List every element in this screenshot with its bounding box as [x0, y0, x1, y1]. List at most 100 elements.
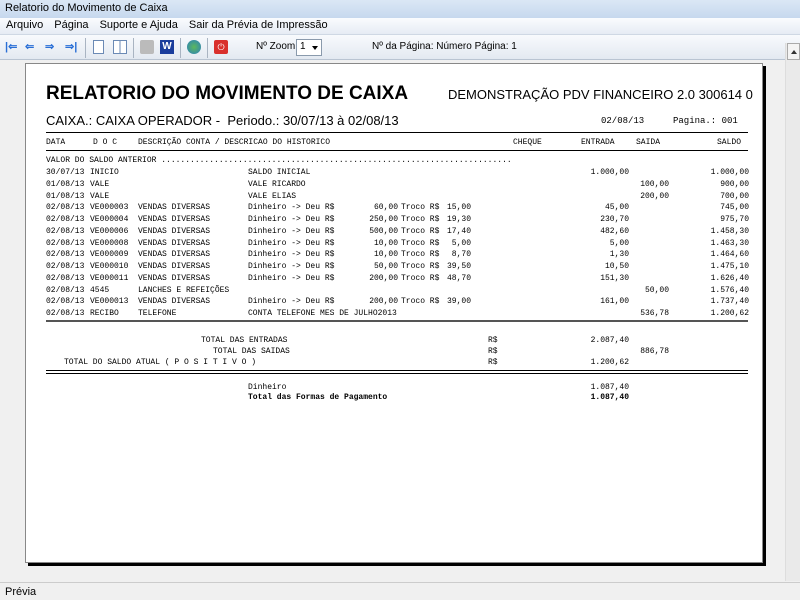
- currency: R$: [488, 358, 498, 367]
- row-conta: VENDAS DIVERSAS: [138, 203, 211, 213]
- row-entrada: 1,30: [609, 250, 629, 260]
- row-hist: CONTA TELEFONE MES DE JULHO2013: [248, 309, 397, 318]
- row-conta: VENDAS DIVERSAS: [138, 238, 211, 248]
- header-saldo: SALDO: [717, 138, 742, 147]
- row-saldo: 745,00: [720, 203, 749, 213]
- menu-bar: Arquivo Página Suporte e Ajuda Sair da Prév…: [0, 18, 800, 35]
- menu-sair-previa[interactable]: Sair da Prévia de Impressão: [183, 18, 333, 31]
- total-formas: 1.087,40: [590, 393, 629, 402]
- report-page-number: Pagina.: 001: [673, 116, 738, 126]
- divider: [46, 373, 748, 374]
- row-saldo: 900,00: [720, 179, 749, 189]
- row-saida: 536,78: [640, 309, 669, 318]
- row-doc: VE000011: [90, 273, 129, 283]
- report-title: RELATORIO DO MOVIMENTO DE CAIXA: [46, 83, 409, 104]
- row-conta: VENDAS DIVERSAS: [138, 250, 211, 260]
- row-date: 01/08/13: [46, 179, 85, 189]
- row-entrada: 482,60: [600, 226, 629, 236]
- menu-pagina[interactable]: Página: [48, 18, 93, 31]
- row-date: 02/08/13: [46, 238, 85, 248]
- row-entrada: 1.000,00: [590, 168, 629, 177]
- row-conta: VENDAS DIVERSAS: [138, 273, 211, 283]
- row-saldo: 1.463,30: [710, 238, 749, 248]
- menu-arquivo[interactable]: Arquivo: [0, 18, 48, 31]
- first-page-icon[interactable]: |⇐: [5, 40, 19, 54]
- row-saldo: 1.464,60: [710, 250, 749, 260]
- divider: [46, 150, 748, 151]
- row-saldo: 1.475,10: [710, 262, 749, 271]
- separator: [85, 38, 86, 58]
- row-doc: VALE: [90, 179, 110, 189]
- caixa-periodo: CAIXA.: CAIXA OPERADOR - Periodo.: 30/07…: [46, 113, 399, 128]
- troco-label: Troco R$: [401, 238, 440, 248]
- row-deu: 10,00: [373, 238, 398, 248]
- row-deu: 500,00: [369, 226, 398, 236]
- row-date: 02/08/13: [46, 309, 85, 318]
- zoom-select[interactable]: 1: [296, 39, 322, 56]
- row-date: 01/08/13: [46, 191, 85, 201]
- menu-suporte[interactable]: Suporte e Ajuda: [94, 18, 183, 31]
- row-deu: 10,00: [373, 250, 398, 260]
- row-hist: VALE ELIAS: [248, 191, 297, 201]
- two-pages-icon[interactable]: [113, 40, 127, 54]
- row-date: 02/08/13: [46, 262, 85, 271]
- row-hist: VALE RICARDO: [248, 179, 306, 189]
- row-saldo: 1.626,40: [710, 273, 749, 283]
- previous-page-icon[interactable]: ⇐: [25, 40, 39, 54]
- row-date: 02/08/13: [46, 297, 85, 307]
- vertical-scrollbar[interactable]: [785, 43, 800, 581]
- row-entrada: 161,00: [600, 297, 629, 307]
- single-page-icon[interactable]: [93, 40, 104, 54]
- header-entrada: ENTRADA: [581, 138, 615, 147]
- row-doc: VE000008: [90, 238, 129, 248]
- total-saldo: 1.200,62: [590, 358, 629, 367]
- row-entrada: 5,00: [609, 238, 629, 248]
- troco-label: Troco R$: [401, 203, 440, 213]
- row-doc: 4545: [90, 285, 110, 295]
- close-preview-icon[interactable]: ⏻: [214, 40, 228, 54]
- window-title: Relatorio do Movimento de Caixa: [0, 0, 800, 18]
- troco-label: Troco R$: [401, 250, 440, 260]
- row-conta: TELEFONE: [138, 309, 177, 318]
- row-hist: Dinheiro -> Deu R$: [248, 226, 335, 236]
- divider: [46, 132, 748, 133]
- saldo-anterior: VALOR DO SALDO ANTERIOR ................…: [46, 156, 512, 165]
- total-saidas-label: TOTAL DAS SAIDAS: [213, 347, 290, 356]
- row-saldo: 1.200,62: [710, 309, 749, 318]
- last-page-icon[interactable]: ⇒|: [65, 40, 79, 54]
- row-date: 30/07/13: [46, 168, 85, 177]
- separator: [207, 38, 208, 58]
- row-doc: VE000009: [90, 250, 129, 260]
- next-page-icon[interactable]: ⇒: [45, 40, 59, 54]
- row-hist: Dinheiro -> Deu R$: [248, 203, 335, 213]
- row-deu: 200,00: [369, 273, 398, 283]
- word-export-icon[interactable]: W: [160, 40, 174, 54]
- forma-dinheiro: 1.087,40: [590, 383, 629, 392]
- row-deu: 50,00: [373, 262, 398, 271]
- row-conta: LANCHES E REFEIÇÕES: [138, 285, 230, 295]
- row-hist: Dinheiro -> Deu R$: [248, 297, 335, 307]
- row-saldo: 1.458,30: [710, 226, 749, 236]
- currency: R$: [488, 336, 498, 345]
- row-doc: VE000004: [90, 215, 129, 224]
- row-entrada: 10,50: [604, 262, 629, 271]
- row-deu: 250,00: [369, 215, 398, 224]
- total-entradas-label: TOTAL DAS ENTRADAS: [201, 336, 288, 345]
- scroll-up-icon[interactable]: [787, 43, 800, 60]
- separator: [133, 38, 134, 58]
- row-entrada: 151,30: [600, 273, 629, 283]
- row-doc: RECIBO: [90, 309, 119, 318]
- row-saida: 100,00: [640, 179, 669, 189]
- troco-label: Troco R$: [401, 262, 440, 271]
- web-export-icon[interactable]: [187, 40, 201, 54]
- chevron-down-icon: [312, 46, 318, 50]
- row-date: 02/08/13: [46, 226, 85, 236]
- row-date: 02/08/13: [46, 273, 85, 283]
- row-doc: INICIO: [90, 168, 119, 177]
- row-saldo: 1.576,40: [710, 285, 749, 295]
- print-icon[interactable]: [140, 40, 154, 54]
- row-saldo: 700,00: [720, 191, 749, 201]
- troco-label: Troco R$: [401, 226, 440, 236]
- total-formas-label: Total das Formas de Pagamento: [248, 393, 388, 402]
- header-saida: SAIDA: [636, 138, 661, 147]
